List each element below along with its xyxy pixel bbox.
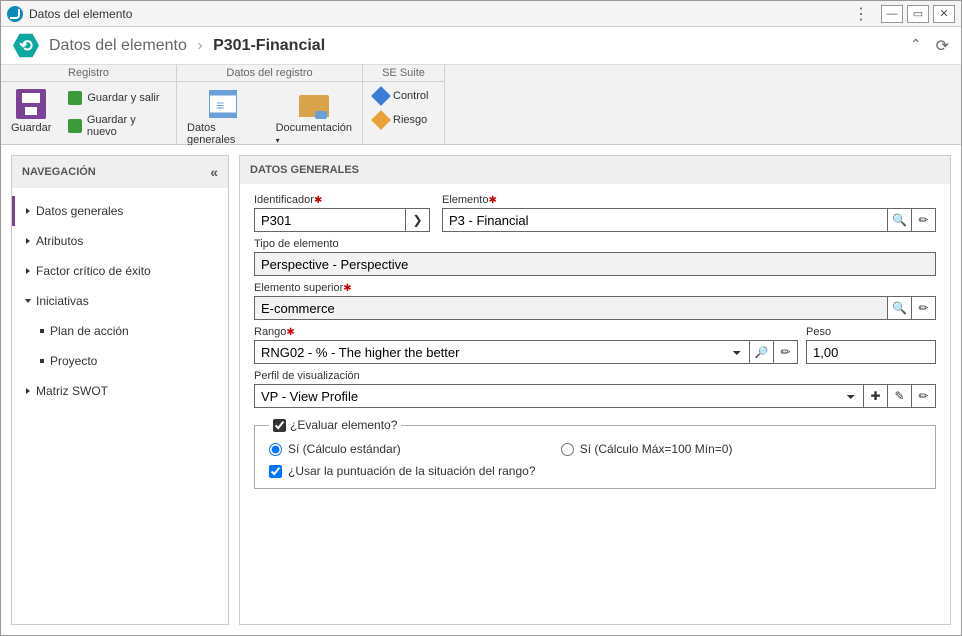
rango-view-button[interactable]: 🔎 — [750, 340, 774, 364]
evaluar-fieldset: ¿Evaluar elemento? Sí (Cálculo estándar)… — [254, 418, 936, 489]
ribbon-group-datos-reg: Datos del registro — [177, 65, 362, 82]
main-window: Datos del elemento ⋮ — ▭ ✕ ⟲ Datos del e… — [0, 0, 962, 636]
titlebar: Datos del elemento ⋮ — ▭ ✕ — [1, 1, 961, 27]
identificador-input[interactable] — [254, 208, 406, 232]
sidebar-nav: NAVEGACIÓN « Datos generales Atributos F… — [11, 155, 229, 625]
peso-label: Peso — [806, 326, 936, 338]
evaluar-checkbox[interactable] — [273, 419, 286, 432]
nav-arrow-icon — [26, 208, 30, 214]
peso-input[interactable] — [806, 340, 936, 364]
documentacion-button[interactable]: Documentación▾ — [272, 86, 356, 148]
nav-arrow-down-icon — [25, 299, 31, 303]
radio-std-input[interactable] — [269, 443, 282, 456]
save-icon — [16, 89, 46, 119]
perfil-add-button[interactable]: ✚ — [864, 384, 888, 408]
identificador-label: Identificador — [254, 194, 314, 206]
radio-max-input[interactable] — [561, 443, 574, 456]
ribbon-toolbar: Registro Guardar Guardar y salir Guardar… — [1, 65, 961, 145]
rango-select[interactable]: RNG02 - % - The higher the better — [254, 340, 750, 364]
nav-datos-generales[interactable]: Datos generales — [12, 196, 228, 226]
guardar-button[interactable]: Guardar — [7, 86, 55, 136]
rango-label: Rango — [254, 326, 286, 338]
folder-icon — [299, 95, 329, 117]
risk-icon — [371, 110, 391, 130]
superior-input — [254, 296, 888, 320]
required-icon: ✱ — [314, 195, 322, 206]
module-icon: ⟲ — [13, 33, 39, 59]
document-icon — [209, 90, 237, 118]
control-button[interactable]: Control — [369, 86, 432, 106]
perfil-label: Perfil de visualización — [254, 370, 936, 382]
evaluar-legend: ¿Evaluar elemento? — [290, 418, 397, 432]
nav-proyecto[interactable]: Proyecto — [12, 346, 228, 376]
sidebar-title: NAVEGACIÓN — [22, 166, 96, 178]
bullet-icon — [40, 359, 44, 363]
radio-calculo-max[interactable]: Sí (Cálculo Máx=100 Mín=0) — [561, 442, 733, 456]
superior-search-button[interactable]: 🔍 — [888, 296, 912, 320]
nav-arrow-icon — [26, 238, 30, 244]
window-title: Datos del elemento — [29, 7, 845, 21]
tipo-label: Tipo de elemento — [254, 238, 936, 250]
identificador-next-button[interactable]: ❯ — [406, 208, 430, 232]
save-new-icon — [68, 119, 82, 133]
dropdown-caret-icon: ▾ — [276, 136, 280, 145]
app-icon — [7, 6, 23, 22]
content-area: NAVEGACIÓN « Datos generales Atributos F… — [1, 145, 961, 635]
ribbon-group-se: SE Suite — [363, 65, 444, 82]
check-rango-input[interactable] — [269, 465, 282, 478]
breadcrumb: Datos del elemento › P301-Financial — [49, 37, 325, 55]
breadcrumb-root[interactable]: Datos del elemento — [49, 37, 187, 54]
refresh-icon[interactable]: ⟳ — [936, 36, 949, 56]
maximize-button[interactable]: ▭ — [907, 5, 929, 23]
guardar-salir-button[interactable]: Guardar y salir — [63, 88, 170, 108]
collapse-up-icon[interactable]: ⌃ — [910, 36, 922, 56]
perfil-select[interactable]: VP - View Profile — [254, 384, 864, 408]
close-button[interactable]: ✕ — [933, 5, 955, 23]
nav-swot[interactable]: Matriz SWOT — [12, 376, 228, 406]
elemento-clear-button[interactable]: ✏ — [912, 208, 936, 232]
nav-iniciativas[interactable]: Iniciativas — [12, 286, 228, 316]
nav-arrow-icon — [26, 268, 30, 274]
riesgo-button[interactable]: Riesgo — [369, 110, 431, 130]
elemento-label: Elemento — [442, 194, 488, 206]
breadcrumb-sep-icon: › — [197, 37, 202, 54]
tipo-input — [254, 252, 936, 276]
nav-atributos[interactable]: Atributos — [12, 226, 228, 256]
nav-arrow-icon — [26, 388, 30, 394]
required-icon: ✱ — [488, 195, 496, 206]
superior-label: Elemento superior — [254, 282, 343, 294]
main-panel: DATOS GENERALES Identificador✱ ❯ Element… — [239, 155, 951, 625]
bullet-icon — [40, 329, 44, 333]
breadcrumb-current: P301-Financial — [213, 37, 325, 54]
radio-calculo-estandar[interactable]: Sí (Cálculo estándar) — [269, 442, 401, 456]
elemento-input[interactable] — [442, 208, 888, 232]
datos-generales-button[interactable]: Datos generales — [183, 86, 264, 148]
required-icon: ✱ — [286, 327, 294, 338]
ribbon-group-registro: Registro — [1, 65, 176, 82]
nav-plan-accion[interactable]: Plan de acción — [12, 316, 228, 346]
titlebar-menu-icon[interactable]: ⋮ — [845, 4, 877, 24]
perfil-clear-button[interactable]: ✏ — [912, 384, 936, 408]
main-panel-title: DATOS GENERALES — [240, 156, 950, 184]
control-icon — [371, 86, 391, 106]
rango-clear-button[interactable]: ✏ — [774, 340, 798, 364]
save-exit-icon — [68, 91, 82, 105]
elemento-search-button[interactable]: 🔍 — [888, 208, 912, 232]
sidebar-collapse-icon[interactable]: « — [210, 164, 218, 180]
guardar-nuevo-button[interactable]: Guardar y nuevo — [63, 112, 170, 140]
breadcrumb-bar: ⟲ Datos del elemento › P301-Financial ⌃ … — [1, 27, 961, 65]
required-icon: ✱ — [343, 283, 351, 294]
minimize-button[interactable]: — — [881, 5, 903, 23]
nav-factor-critico[interactable]: Factor crítico de éxito — [12, 256, 228, 286]
perfil-edit-button[interactable]: ✎ — [888, 384, 912, 408]
superior-clear-button[interactable]: ✏ — [912, 296, 936, 320]
check-usar-puntuacion[interactable]: ¿Usar la puntuación de la situación del … — [269, 464, 921, 478]
